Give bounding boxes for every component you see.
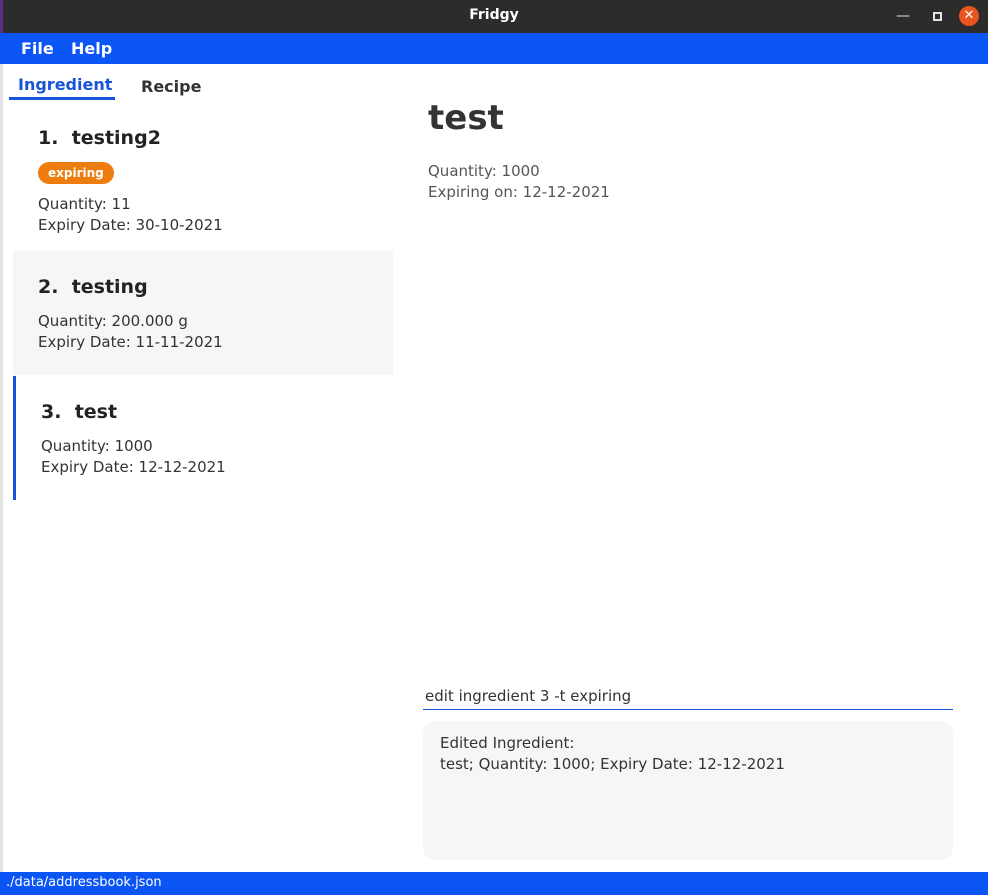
command-input[interactable]	[423, 682, 953, 710]
status-bar: ./data/addressbook.json	[0, 872, 988, 895]
ingredient-quantity: Quantity: 200.000 g	[38, 312, 188, 330]
ingredient-title: 2. testing	[38, 276, 148, 298]
window-titlebar: Fridgy — ✕	[0, 0, 988, 33]
ingredient-index: 2.	[38, 276, 59, 298]
detail-name: test	[428, 98, 504, 138]
ingredient-card-3[interactable]: 3. test Quantity: 1000 Expiry Date: 12-1…	[13, 376, 393, 500]
status-path: ./data/addressbook.json	[6, 875, 162, 890]
result-line-1: Edited Ingredient:	[440, 734, 575, 752]
active-tab-indicator	[9, 97, 115, 100]
ingredient-title: 3. test	[41, 401, 117, 423]
tab-recipe[interactable]: Recipe	[141, 77, 201, 96]
ingredient-name: testing	[71, 276, 148, 298]
ingredient-quantity: Quantity: 11	[38, 195, 131, 213]
ingredient-name: test	[74, 401, 118, 423]
expiring-tag: expiring	[38, 162, 114, 184]
maximize-icon[interactable]	[927, 6, 947, 26]
detail-quantity: Quantity: 1000	[428, 162, 540, 180]
ingredient-expiry: Expiry Date: 30-10-2021	[38, 216, 223, 234]
ingredient-expiry: Expiry Date: 12-12-2021	[41, 458, 226, 476]
result-display: Edited Ingredient: test; Quantity: 1000;…	[423, 721, 953, 860]
detail-expiry: Expiring on: 12-12-2021	[428, 183, 610, 201]
ingredient-quantity: Quantity: 1000	[41, 437, 153, 455]
menu-help[interactable]: Help	[71, 39, 112, 58]
ingredient-card-1[interactable]: 1. testing2 expiring Quantity: 11 Expiry…	[13, 112, 393, 250]
ingredient-expiry: Expiry Date: 11-11-2021	[38, 333, 223, 351]
tab-ingredient[interactable]: Ingredient	[18, 75, 112, 94]
window-title: Fridgy	[469, 7, 519, 23]
ingredient-index: 1.	[38, 127, 59, 149]
ingredient-name: testing2	[71, 127, 161, 149]
minimize-icon[interactable]: —	[893, 6, 913, 26]
ingredient-index: 3.	[41, 401, 62, 423]
result-line-2: test; Quantity: 1000; Expiry Date: 12-12…	[440, 755, 785, 773]
sidebar-edge	[0, 64, 3, 872]
ingredient-card-2[interactable]: 2. testing Quantity: 200.000 g Expiry Da…	[13, 251, 393, 375]
menu-file[interactable]: File	[21, 39, 54, 58]
close-icon[interactable]: ✕	[959, 6, 979, 26]
menu-bar: File Help	[0, 33, 988, 64]
ingredient-title: 1. testing2	[38, 127, 161, 149]
